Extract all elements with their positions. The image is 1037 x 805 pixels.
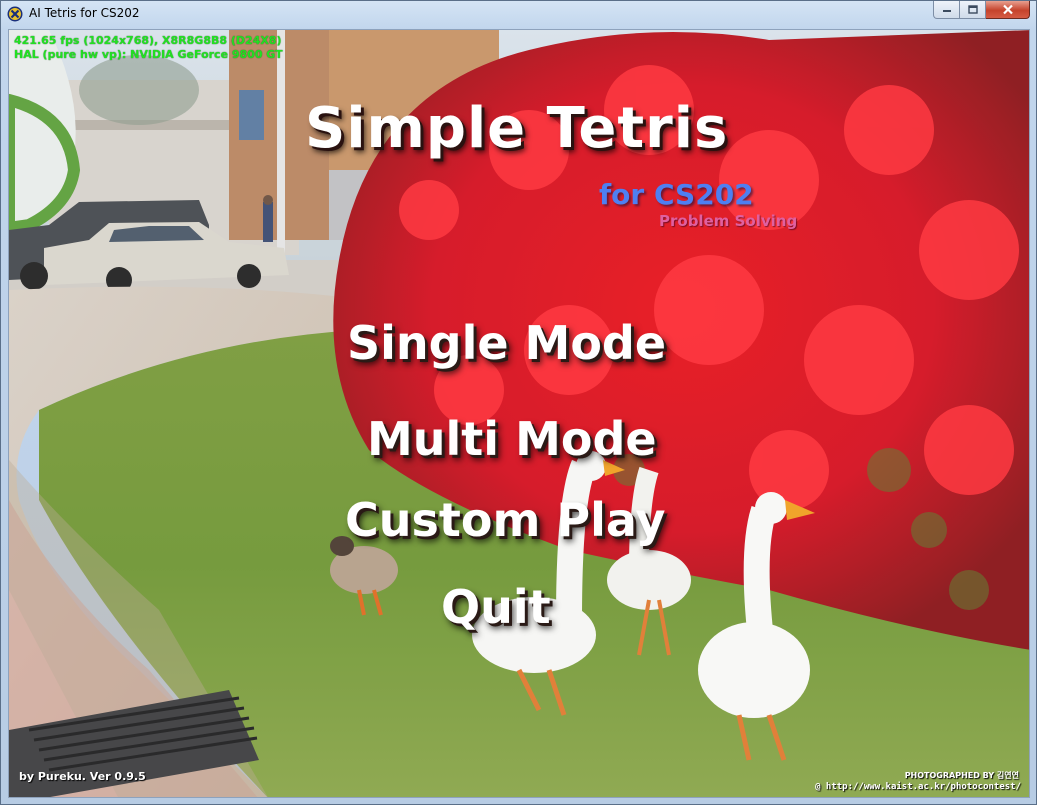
minimize-icon <box>942 9 951 12</box>
maximize-button[interactable] <box>960 1 986 19</box>
close-icon <box>1002 4 1013 15</box>
device-readout: HAL (pure hw vp): NVIDIA GeForce 9800 GT <box>14 48 283 61</box>
version-label: by Pureku. Ver 0.9.5 <box>19 770 146 783</box>
game-subtitle-course: Problem Solving <box>659 212 798 230</box>
window-title: AI Tetris for CS202 <box>29 6 140 20</box>
window-controls <box>933 1 1030 19</box>
photo-credit: PHOTOGRAPHED BY 김연연 <box>904 771 1019 780</box>
title-bar[interactable]: AI Tetris for CS202 <box>1 1 1036 29</box>
app-window: AI Tetris for CS202 421.65 fps (1024x768… <box>0 0 1037 805</box>
game-viewport[interactable]: 421.65 fps (1024x768), X8R8G8B8 (D24X8) … <box>8 29 1030 798</box>
game-subtitle: for CS202 <box>599 178 754 211</box>
game-title: Simple Tetris <box>305 96 729 161</box>
menu-quit[interactable]: Quit <box>441 580 551 634</box>
menu-multi-mode[interactable]: Multi Mode <box>367 412 657 466</box>
menu-single-mode[interactable]: Single Mode <box>347 316 666 370</box>
menu-custom-play[interactable]: Custom Play <box>345 493 666 547</box>
minimize-button[interactable] <box>933 1 960 19</box>
maximize-icon <box>967 5 978 14</box>
close-button[interactable] <box>986 1 1030 19</box>
x-logo-icon <box>7 6 23 22</box>
photo-contest-url: @ http://www.kaist.ac.kr/photocontest/ <box>815 782 1021 792</box>
fps-readout: 421.65 fps (1024x768), X8R8G8B8 (D24X8) <box>14 34 282 47</box>
